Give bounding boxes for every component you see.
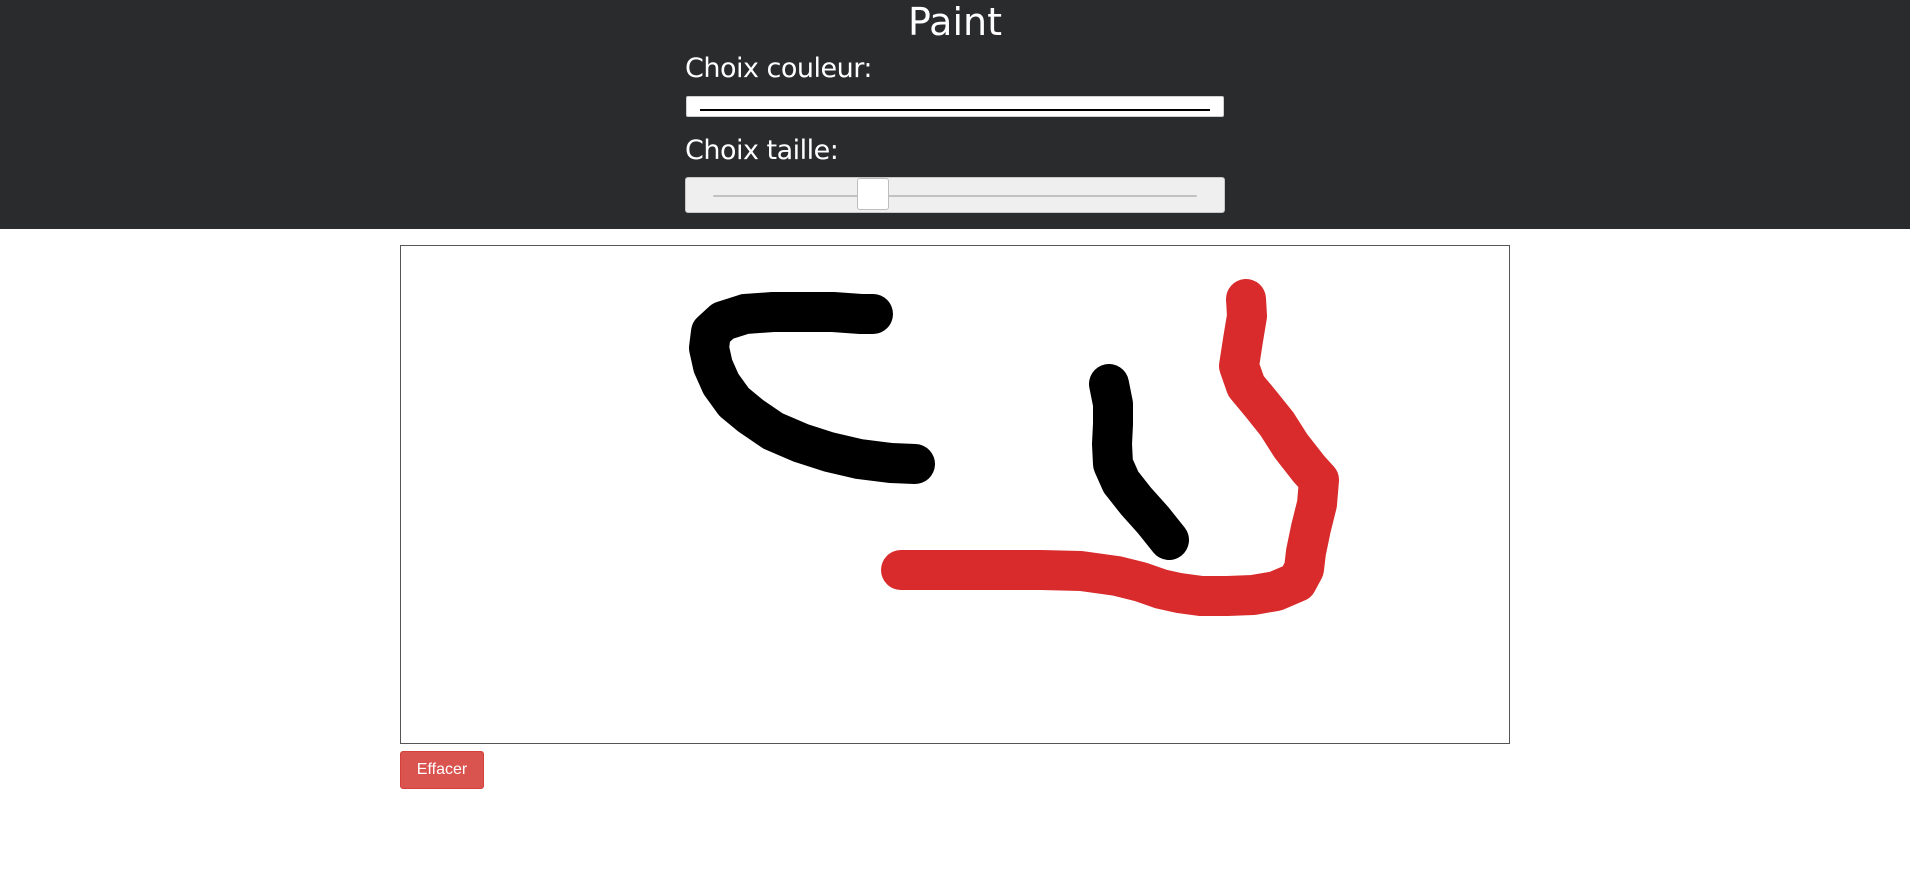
brush-stroke-black-line: [1089, 364, 1189, 560]
page-title: Paint: [907, 0, 1003, 44]
color-choice-label: Choix couleur:: [685, 53, 872, 84]
brush-size-slider[interactable]: [685, 177, 1225, 213]
size-choice-label: Choix taille:: [685, 135, 839, 166]
color-picker-input[interactable]: [686, 96, 1224, 117]
color-swatch: [700, 109, 1210, 111]
drawing-canvas[interactable]: [400, 245, 1510, 744]
app-header: Paint Choix couleur: Choix taille:: [0, 0, 1910, 229]
brush-stroke-black-curve: [689, 292, 935, 484]
canvas-drawing: [689, 279, 1339, 616]
clear-button[interactable]: Effacer: [400, 751, 484, 789]
slider-track: [713, 195, 1197, 197]
slider-thumb[interactable]: [856, 178, 889, 210]
